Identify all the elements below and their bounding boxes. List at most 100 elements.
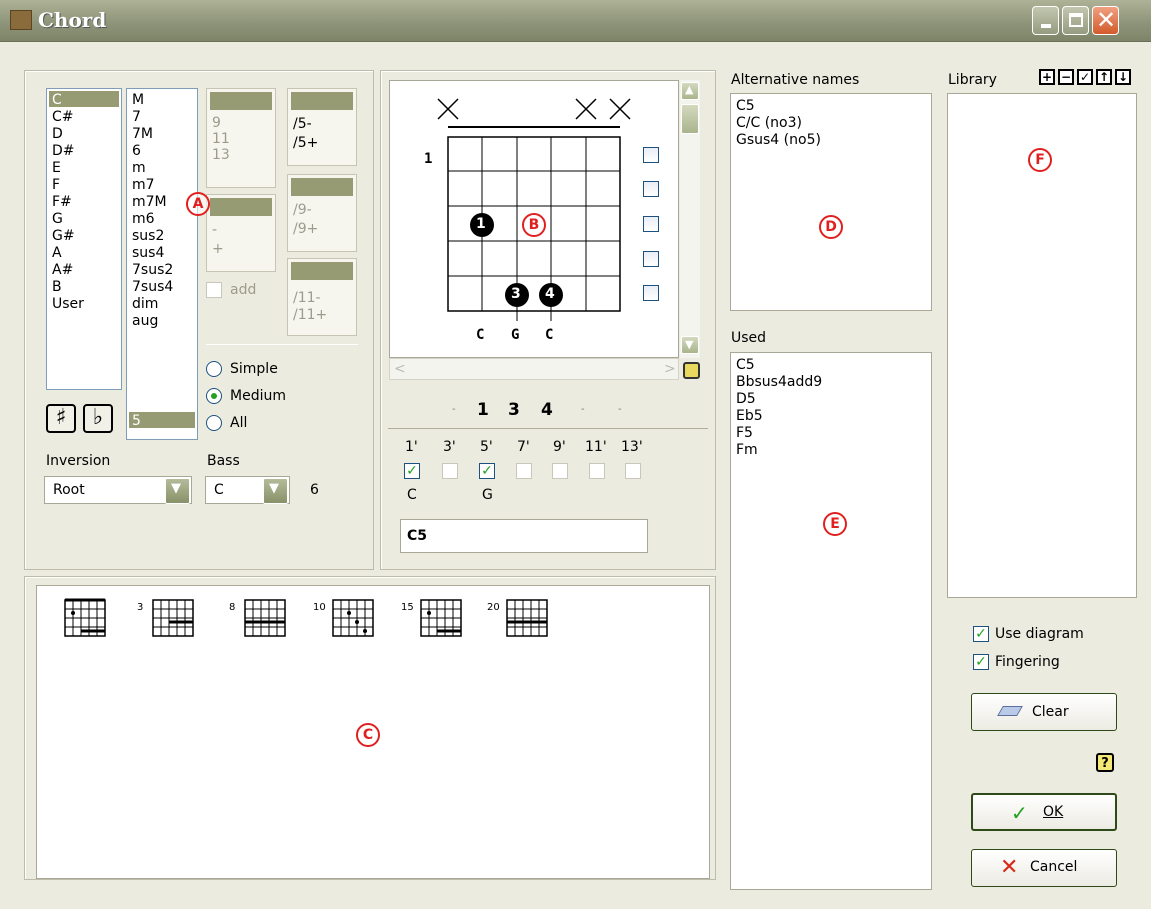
root-item[interactable]: C# [52, 109, 74, 125]
list-item[interactable]: C/C (no3) [736, 115, 802, 131]
type-item[interactable]: 6 [132, 143, 141, 159]
close-button[interactable]: ✕ [1092, 6, 1119, 35]
type-item[interactable]: sus4 [132, 245, 164, 261]
root-item[interactable]: D# [52, 143, 75, 159]
root-item[interactable]: E [52, 160, 61, 176]
root-item[interactable]: A [52, 245, 62, 261]
help-icon[interactable]: ? [1096, 753, 1114, 772]
eleventh-list[interactable]: /11- /11+ [287, 258, 357, 336]
root-item[interactable]: F# [52, 194, 72, 210]
type-item[interactable]: m6 [132, 211, 155, 227]
type-item[interactable]: M [132, 92, 144, 108]
scroll-left-icon[interactable]: < [394, 361, 406, 377]
scroll-up-button[interactable]: ▲ [681, 82, 699, 100]
library-remove-button[interactable]: − [1058, 69, 1074, 85]
interval-9-checkbox[interactable] [552, 463, 568, 479]
fifth-list[interactable]: /5- /5+ [287, 88, 357, 166]
minimize-button[interactable] [1032, 6, 1059, 35]
ext-item[interactable]: 11 [212, 131, 230, 147]
barre-checkbox[interactable] [643, 147, 659, 163]
root-item[interactable]: F [52, 177, 60, 193]
root-item[interactable]: A# [52, 262, 73, 278]
medium-radio[interactable] [206, 388, 222, 404]
library-check-button[interactable]: ✓ [1077, 69, 1093, 85]
type-item[interactable]: 7sus2 [132, 262, 173, 278]
interval-7-checkbox[interactable] [516, 463, 532, 479]
type-item[interactable]: dim [132, 296, 158, 312]
interval-11-checkbox[interactable] [589, 463, 605, 479]
alteration-list[interactable]: - + [206, 194, 276, 272]
interval-5-checkbox[interactable]: ✓ [479, 463, 495, 479]
library-down-button[interactable]: ↓ [1115, 69, 1131, 85]
root-item[interactable]: User [52, 296, 84, 312]
type-item[interactable]: 7 [132, 109, 141, 125]
reset-icon[interactable] [683, 362, 700, 379]
ext-item[interactable]: /9+ [293, 221, 318, 237]
type-item[interactable]: 7sus4 [132, 279, 173, 295]
maximize-button[interactable] [1062, 6, 1089, 35]
extension-list-9-11-13[interactable]: 9 11 13 [206, 88, 276, 188]
list-item[interactable]: Bbsus4add9 [736, 374, 822, 390]
ext-item[interactable]: /5+ [293, 135, 318, 151]
inversion-select[interactable]: Root ▼ [44, 476, 192, 504]
list-item[interactable]: F5 [736, 425, 753, 441]
list-item[interactable]: Eb5 [736, 408, 763, 424]
scroll-thumb[interactable] [681, 104, 699, 134]
all-radio[interactable] [206, 415, 222, 431]
scroll-down-button[interactable]: ▼ [681, 336, 699, 354]
type-item[interactable]: sus2 [132, 228, 164, 244]
library-add-button[interactable]: + [1039, 69, 1055, 85]
simple-radio[interactable] [206, 361, 222, 377]
type-item[interactable]: m7M [132, 194, 167, 210]
ext-item[interactable]: /11- [293, 290, 321, 306]
ninth-list[interactable]: /9- /9+ [287, 174, 357, 252]
type-item[interactable]: m [132, 160, 146, 176]
list-item[interactable]: D5 [736, 391, 756, 407]
scroll-right-icon[interactable]: > [664, 361, 676, 377]
bass-select[interactable]: C ▼ [205, 476, 290, 504]
ext-item[interactable]: 13 [212, 147, 230, 163]
diagram-vscroll[interactable]: ▲ ▼ [680, 80, 700, 358]
fingering-checkbox[interactable]: ✓ [973, 654, 989, 670]
ext-item[interactable]: + [212, 241, 224, 257]
type-item[interactable]: m7 [132, 177, 155, 193]
root-list[interactable]: C C# D D# E F F# G G# A A# B User [46, 88, 122, 390]
list-item[interactable]: Fm [736, 442, 758, 458]
ext-item[interactable]: /5- [293, 116, 312, 132]
type-item[interactable]: aug [132, 313, 158, 329]
add-checkbox[interactable] [206, 282, 222, 298]
barre-checkbox[interactable] [643, 181, 659, 197]
type-item[interactable]: 7M [132, 126, 153, 142]
flat-button[interactable]: ♭ [83, 404, 113, 433]
barre-checkbox[interactable] [643, 285, 659, 301]
root-item[interactable]: G# [52, 228, 75, 244]
type-item[interactable]: 5 [132, 413, 141, 429]
ok-button[interactable]: ✓ OK [971, 793, 1117, 831]
sharp-button[interactable]: ♯ [46, 404, 76, 433]
root-item[interactable]: C [52, 92, 62, 108]
root-item[interactable]: D [52, 126, 63, 142]
barre-checkbox[interactable] [643, 251, 659, 267]
list-item[interactable]: C5 [736, 357, 755, 373]
chord-type-list[interactable]: M 7 7M 6 m m7 m7M m6 sus2 sus4 7sus2 7su… [126, 88, 198, 440]
list-item[interactable]: Gsus4 (no5) [736, 132, 821, 148]
chord-name-input[interactable]: C5 [400, 519, 648, 553]
ext-item[interactable]: - [212, 222, 217, 238]
root-item[interactable]: B [52, 279, 62, 295]
interval-13-checkbox[interactable] [625, 463, 641, 479]
library-up-button[interactable]: ↑ [1096, 69, 1112, 85]
ext-item[interactable]: 9 [212, 115, 221, 131]
list-item[interactable]: C5 [736, 98, 755, 114]
diagram-hscroll[interactable]: < > [389, 358, 679, 380]
used-list[interactable]: C5 Bbsus4add9 D5 Eb5 F5 Fm [730, 352, 932, 890]
clear-button[interactable]: Clear [971, 693, 1117, 731]
barre-checkbox[interactable] [643, 216, 659, 232]
root-item[interactable]: G [52, 211, 63, 227]
use-diagram-checkbox[interactable]: ✓ [973, 626, 989, 642]
interval-3-checkbox[interactable] [442, 463, 458, 479]
interval-1-checkbox[interactable]: ✓ [404, 463, 420, 479]
alternative-names-list[interactable]: C5 C/C (no3) Gsus4 (no5) [730, 93, 932, 311]
ext-item[interactable]: /11+ [293, 307, 327, 323]
ext-item[interactable]: /9- [293, 202, 312, 218]
cancel-button[interactable]: ✕ Cancel [971, 849, 1117, 887]
